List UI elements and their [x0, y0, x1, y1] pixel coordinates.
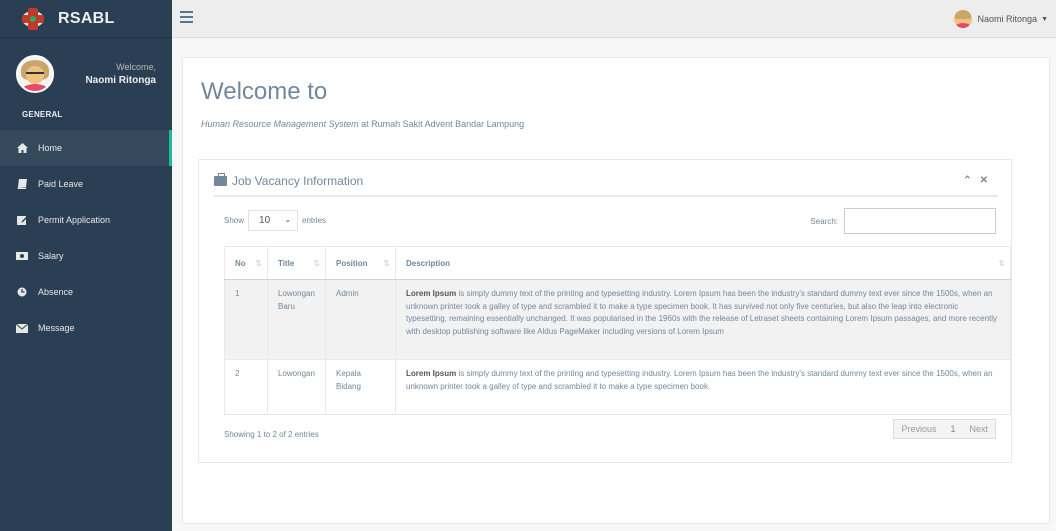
page-subtitle: Human Resource Management System at Ruma…	[201, 119, 524, 129]
search-label: Search:	[810, 216, 838, 226]
briefcase-icon	[214, 173, 227, 186]
table-info: Showing 1 to 2 of 2 entries	[224, 430, 319, 439]
subtitle-hospital: at Rumah Sakit Advent Bandar Lampung	[358, 119, 525, 129]
pagination: Previous 1 Next	[893, 419, 996, 439]
cell-no: 2	[224, 359, 268, 415]
search-input[interactable]	[844, 208, 996, 234]
pagination-previous[interactable]: Previous	[894, 424, 943, 434]
panel-title: Job Vacancy Information	[232, 174, 364, 188]
profile-welcome: Welcome,	[116, 62, 156, 72]
user-dropdown[interactable]: Naomi Ritonga ▼	[953, 10, 1048, 28]
sidebar-item-label: Paid Leave	[38, 179, 84, 189]
sidebar-item-home[interactable]: Home	[0, 130, 172, 166]
column-header-no[interactable]: No ⇅	[224, 246, 268, 280]
edit-icon	[16, 215, 28, 225]
job-vacancy-table: No ⇅ Title ⇅ Position ⇅ Description ⇅ 1 Lowo…	[224, 246, 1011, 415]
show-label: Show	[224, 216, 245, 225]
brand-name: RSABL	[58, 9, 115, 27]
user-avatar	[953, 10, 972, 28]
table-header-row: No ⇅ Title ⇅ Position ⇅ Description ⇅	[224, 246, 1011, 280]
sidebar: RSABL Welcome, Naomi Ritonga GENERAL Hom…	[0, 0, 172, 531]
page-title: Welcome to	[201, 78, 328, 105]
cell-title: Lowongan Baru	[267, 279, 326, 360]
description-bold: Lorem Ipsum	[406, 289, 457, 298]
chevron-down-icon: ⌄	[284, 215, 292, 224]
sidebar-item-label: Message	[38, 323, 75, 333]
subtitle-system-name: Human Resource Management System	[201, 119, 359, 129]
sidebar-item-salary[interactable]: Salary	[0, 238, 172, 274]
entries-label: entries	[302, 216, 327, 225]
description-bold: Lorem Ipsum	[406, 369, 457, 378]
sort-icon: ⇅	[383, 259, 390, 268]
entries-value: 10	[259, 215, 271, 226]
cell-description: Lorem Ipsum is simply dummy text of the …	[395, 279, 1011, 360]
menu-toggle-icon[interactable]	[180, 11, 193, 23]
cell-title: Lowongan	[267, 359, 326, 415]
top-navbar: Naomi Ritonga ▼	[172, 0, 1056, 38]
entries-select[interactable]: 10 ⌄	[248, 210, 299, 231]
hospital-logo-icon	[22, 7, 44, 30]
collapse-icon[interactable]: ⌃	[963, 175, 971, 186]
caret-down-icon: ▼	[1041, 15, 1048, 23]
sidebar-item-label: Absence	[38, 287, 74, 297]
envelope-icon	[16, 323, 28, 333]
sidebar-item-label: Salary	[38, 251, 64, 261]
sidebar-item-permit-application[interactable]: Permit Application	[0, 202, 172, 238]
table-row: 2 Lowongan Kepala Bidang Lorem Ipsum is …	[224, 359, 1011, 415]
table-row: 1 Lowongan Baru Admin Lorem Ipsum is sim…	[224, 279, 1011, 360]
table-search: Search:	[810, 208, 996, 234]
column-header-description[interactable]: Description ⇅	[395, 246, 1011, 280]
cell-position: Admin	[325, 279, 396, 360]
description-text: is simply dummy text of the printing and…	[406, 289, 998, 336]
money-icon	[16, 251, 28, 261]
sidebar-item-message[interactable]: Message	[0, 310, 172, 346]
main-content: Welcome to Human Resource Management Sys…	[182, 57, 1050, 524]
entries-length: Show 10 ⌄ entries	[224, 210, 326, 231]
cell-description: Lorem Ipsum is simply dummy text of the …	[395, 359, 1011, 415]
cell-no: 1	[224, 279, 268, 360]
clock-icon	[16, 287, 28, 297]
home-icon	[16, 143, 28, 153]
column-header-title[interactable]: Title ⇅	[267, 246, 326, 280]
job-vacancy-panel: Job Vacancy Information ⌃ ✕ Show 10 ⌄ en…	[198, 159, 1012, 463]
sort-icon: ⇅	[313, 259, 320, 268]
avatar	[16, 55, 54, 93]
profile: Welcome, Naomi Ritonga	[0, 38, 172, 110]
sidebar-item-label: Permit Application	[38, 215, 111, 225]
sidebar-item-absence[interactable]: Absence	[0, 274, 172, 310]
user-name: Naomi Ritonga	[977, 14, 1038, 24]
pagination-page-1[interactable]: 1	[943, 424, 962, 434]
cell-position: Kepala Bidang	[325, 359, 396, 415]
profile-name: Naomi Ritonga	[85, 75, 156, 86]
sidebar-item-label: Home	[38, 143, 63, 153]
sort-asc-icon: ⇅	[255, 259, 262, 268]
panel-header: Job Vacancy Information ⌃ ✕	[214, 170, 998, 197]
menu-section-title: GENERAL	[22, 110, 63, 119]
column-header-position[interactable]: Position ⇅	[325, 246, 396, 280]
book-icon	[16, 179, 28, 189]
sidebar-item-paid-leave[interactable]: Paid Leave	[0, 166, 172, 202]
sidebar-menu: Home Paid Leave Permit Application Salar…	[0, 130, 172, 346]
brand[interactable]: RSABL	[0, 0, 172, 38]
description-text: is simply dummy text of the printing and…	[406, 369, 993, 391]
sort-icon: ⇅	[998, 259, 1005, 268]
close-icon[interactable]: ✕	[980, 175, 988, 186]
pagination-next[interactable]: Next	[962, 424, 995, 434]
